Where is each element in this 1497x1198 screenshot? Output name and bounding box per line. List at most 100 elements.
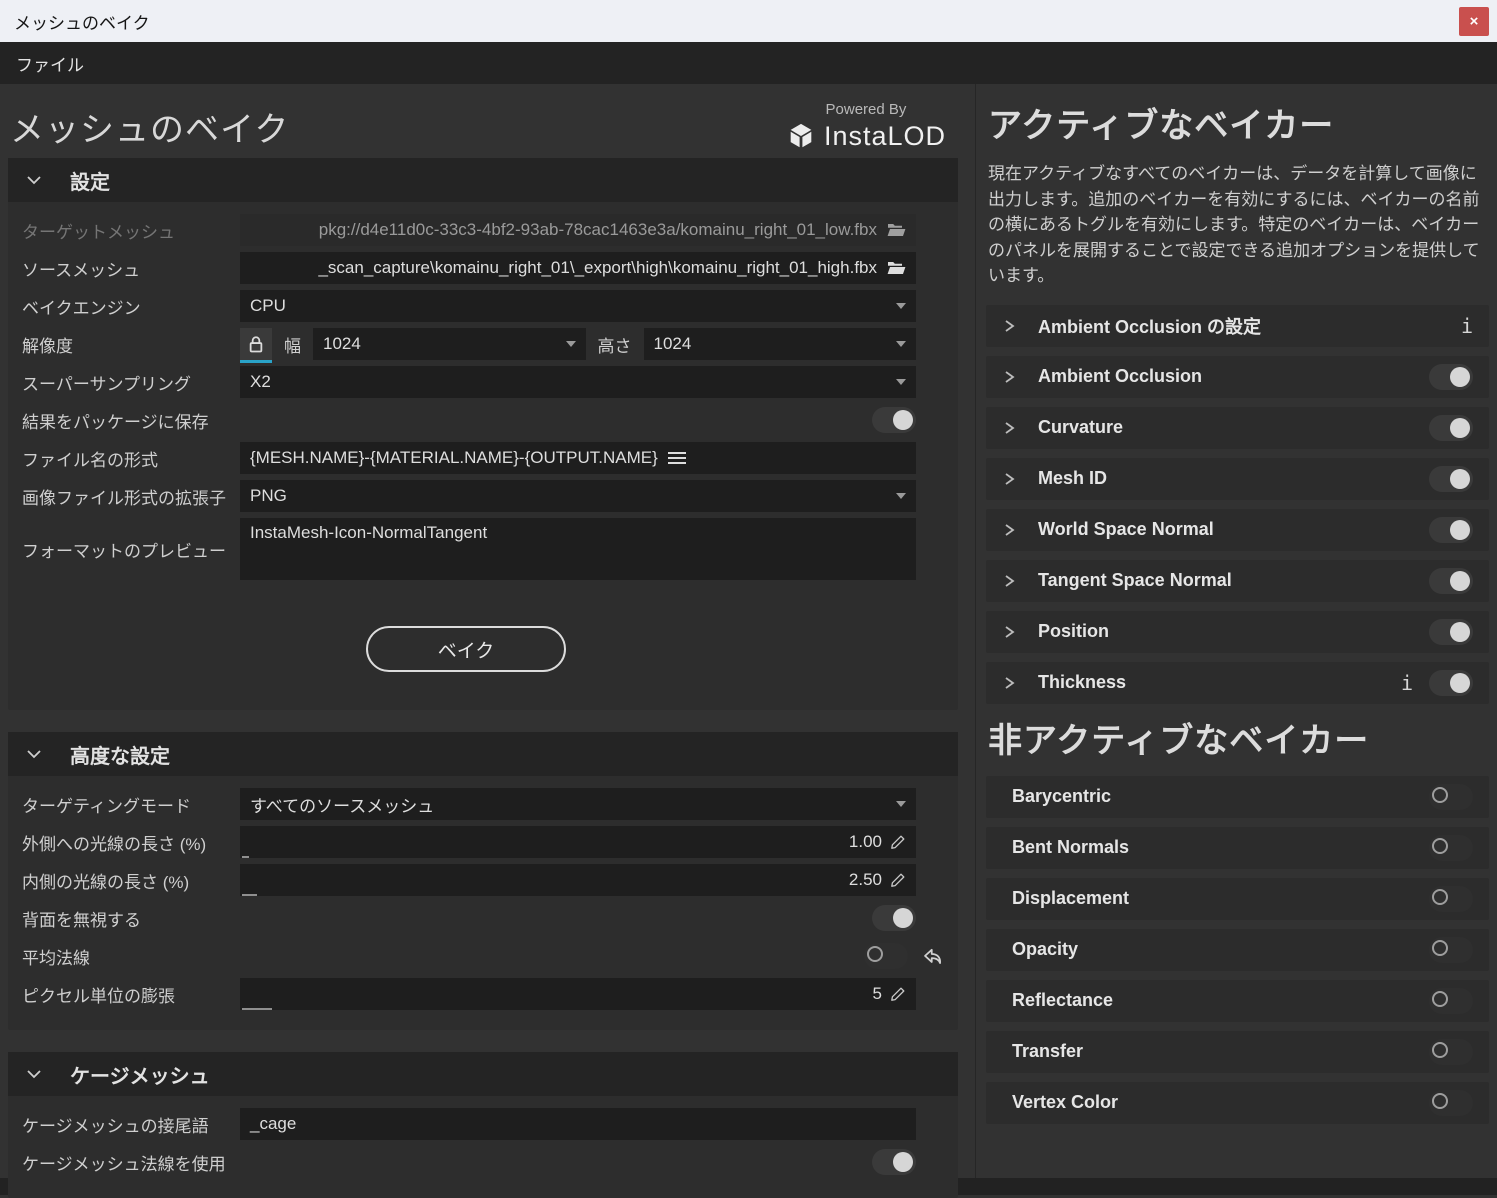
chevron-down-icon bbox=[896, 379, 906, 385]
width-dropdown[interactable]: 1024 bbox=[313, 328, 586, 360]
baker-row-opacity[interactable]: Opacity bbox=[986, 929, 1489, 971]
targeting-mode-value: すべてのソースメッシュ bbox=[250, 792, 434, 817]
image-extension-value: PNG bbox=[250, 486, 287, 506]
baker-label: Position bbox=[1038, 621, 1109, 642]
resolution-row: 解像度 幅 1024 高さ bbox=[16, 328, 916, 360]
info-icon[interactable]: i bbox=[1461, 314, 1473, 338]
opacity-toggle[interactable] bbox=[1429, 937, 1473, 963]
baker-row-curvature[interactable]: Curvature bbox=[986, 407, 1489, 449]
ambient-occlusion-toggle[interactable] bbox=[1429, 364, 1473, 390]
baker-row-transfer[interactable]: Transfer bbox=[986, 1031, 1489, 1073]
curvature-toggle[interactable] bbox=[1429, 415, 1473, 441]
format-preview-label: フォーマットのプレビュー bbox=[16, 537, 240, 562]
inward-ray-slider[interactable]: 2.50 bbox=[240, 864, 916, 896]
image-extension-dropdown[interactable]: PNG bbox=[240, 480, 916, 512]
average-normals-row: 平均法線 bbox=[16, 940, 916, 972]
baker-label: Tangent Space Normal bbox=[1038, 570, 1232, 591]
save-to-package-label: 結果をパッケージに保存 bbox=[16, 408, 240, 433]
bake-engine-dropdown[interactable]: CPU bbox=[240, 290, 916, 322]
baker-row-position[interactable]: Position bbox=[986, 611, 1489, 653]
close-icon: × bbox=[1470, 13, 1479, 30]
mesh-id-toggle[interactable] bbox=[1429, 466, 1473, 492]
cage-suffix-value: _cage bbox=[250, 1114, 296, 1134]
pixel-dilation-slider[interactable]: 5 bbox=[240, 978, 916, 1010]
pencil-icon[interactable] bbox=[890, 986, 906, 1002]
baker-row-mesh-id[interactable]: Mesh ID bbox=[986, 458, 1489, 500]
baker-row-bent-normals[interactable]: Bent Normals bbox=[986, 827, 1489, 869]
bakers-panel: アクティブなベイカー 現在アクティブなすべてのベイカーは、データを計算して画像に… bbox=[976, 84, 1497, 1178]
chevron-down-icon bbox=[896, 493, 906, 499]
pixel-dilation-row: ピクセル単位の膨張 5 bbox=[16, 978, 916, 1010]
bent-normals-toggle[interactable] bbox=[1429, 835, 1473, 861]
chevron-right-icon bbox=[1002, 471, 1016, 487]
outward-ray-slider[interactable]: 1.00 bbox=[240, 826, 916, 858]
source-mesh-field[interactable]: _scan_capture\komainu_right_01\_export\h… bbox=[240, 252, 916, 284]
baker-row-world-space-normal[interactable]: World Space Normal bbox=[986, 509, 1489, 551]
ignore-backfaces-toggle[interactable] bbox=[872, 905, 916, 931]
baker-row-displacement[interactable]: Displacement bbox=[986, 878, 1489, 920]
cage-suffix-input[interactable]: _cage bbox=[240, 1108, 916, 1140]
bake-button[interactable]: ベイク bbox=[366, 626, 566, 672]
format-preview-row: フォーマットのプレビュー InstaMesh-Icon-NormalTangen… bbox=[16, 518, 916, 580]
baker-row-vertex-color[interactable]: Vertex Color bbox=[986, 1082, 1489, 1124]
baker-row-ao-settings[interactable]: Ambient Occlusion の設定 i bbox=[986, 305, 1489, 347]
outward-ray-value: 1.00 bbox=[849, 832, 882, 852]
close-button[interactable]: × bbox=[1459, 7, 1489, 36]
supersampling-dropdown[interactable]: X2 bbox=[240, 366, 916, 398]
folder-icon[interactable] bbox=[887, 260, 906, 276]
baker-row-thickness[interactable]: Thickness i bbox=[986, 662, 1489, 704]
cage-suffix-row: ケージメッシュの接尾語 _cage bbox=[16, 1108, 916, 1140]
use-cage-normals-toggle[interactable] bbox=[872, 1149, 916, 1175]
target-mesh-field: pkg://d4e11d0c-33c3-4bf2-93ab-78cac1463e… bbox=[240, 214, 916, 246]
pencil-icon[interactable] bbox=[890, 834, 906, 850]
save-to-package-toggle[interactable] bbox=[872, 407, 916, 433]
source-mesh-value: _scan_capture\komainu_right_01\_export\h… bbox=[250, 258, 877, 278]
bake-panel: メッシュのベイク Powered By InstaLOD bbox=[0, 84, 975, 1178]
menu-item-file[interactable]: ファイル bbox=[16, 51, 84, 76]
menu-list-icon[interactable] bbox=[668, 451, 686, 465]
thickness-toggle[interactable] bbox=[1429, 670, 1473, 696]
tangent-space-normal-toggle[interactable] bbox=[1429, 568, 1473, 594]
world-space-normal-toggle[interactable] bbox=[1429, 517, 1473, 543]
slider-handle[interactable] bbox=[242, 894, 257, 896]
barycentric-toggle[interactable] bbox=[1429, 784, 1473, 810]
baker-row-reflectance[interactable]: Reflectance bbox=[986, 980, 1489, 1022]
displacement-toggle[interactable] bbox=[1429, 886, 1473, 912]
baker-row-barycentric[interactable]: Barycentric bbox=[986, 776, 1489, 818]
powered-by-label: Powered By bbox=[826, 101, 907, 118]
baker-label: Reflectance bbox=[1012, 990, 1113, 1011]
cage-suffix-label: ケージメッシュの接尾語 bbox=[16, 1112, 240, 1137]
resolution-lock-button[interactable] bbox=[240, 328, 272, 360]
width-value: 1024 bbox=[323, 334, 361, 354]
reflectance-toggle[interactable] bbox=[1429, 988, 1473, 1014]
slider-handle[interactable] bbox=[242, 1008, 272, 1010]
format-preview-value: InstaMesh-Icon-NormalTangent bbox=[250, 523, 487, 543]
target-mesh-value: pkg://d4e11d0c-33c3-4bf2-93ab-78cac1463e… bbox=[250, 220, 877, 240]
cage-section-header[interactable]: ケージメッシュ bbox=[8, 1052, 958, 1096]
target-mesh-row: ターゲットメッシュ pkg://d4e11d0c-33c3-4bf2-93ab-… bbox=[16, 214, 916, 246]
info-icon[interactable]: i bbox=[1401, 671, 1413, 695]
lock-icon bbox=[247, 335, 265, 354]
vertex-color-toggle[interactable] bbox=[1429, 1090, 1473, 1116]
resolution-label: 解像度 bbox=[16, 332, 240, 357]
targeting-mode-dropdown[interactable]: すべてのソースメッシュ bbox=[240, 788, 916, 820]
baker-row-tangent-space-normal[interactable]: Tangent Space Normal bbox=[986, 560, 1489, 602]
advanced-section-header[interactable]: 高度な設定 bbox=[8, 732, 958, 776]
transfer-toggle[interactable] bbox=[1429, 1039, 1473, 1065]
average-normals-toggle[interactable] bbox=[864, 943, 908, 969]
pencil-icon[interactable] bbox=[890, 872, 906, 888]
settings-section-header[interactable]: 設定 bbox=[8, 158, 958, 202]
filename-format-field[interactable]: {MESH.NAME}-{MATERIAL.NAME}-{OUTPUT.NAME… bbox=[240, 442, 916, 474]
inward-ray-label: 内側の光線の長さ (%) bbox=[16, 868, 240, 893]
height-dropdown[interactable]: 1024 bbox=[644, 328, 917, 360]
chevron-right-icon bbox=[1002, 675, 1016, 691]
chevron-down-icon bbox=[26, 1066, 42, 1082]
folder-icon[interactable] bbox=[887, 222, 906, 238]
image-extension-row: 画像ファイル形式の拡張子 PNG bbox=[16, 480, 916, 512]
inward-ray-value: 2.50 bbox=[849, 870, 882, 890]
baker-row-ambient-occlusion[interactable]: Ambient Occlusion bbox=[986, 356, 1489, 398]
position-toggle[interactable] bbox=[1429, 619, 1473, 645]
undo-icon[interactable] bbox=[922, 947, 944, 966]
slider-handle[interactable] bbox=[242, 856, 249, 858]
source-mesh-label: ソースメッシュ bbox=[16, 256, 240, 281]
